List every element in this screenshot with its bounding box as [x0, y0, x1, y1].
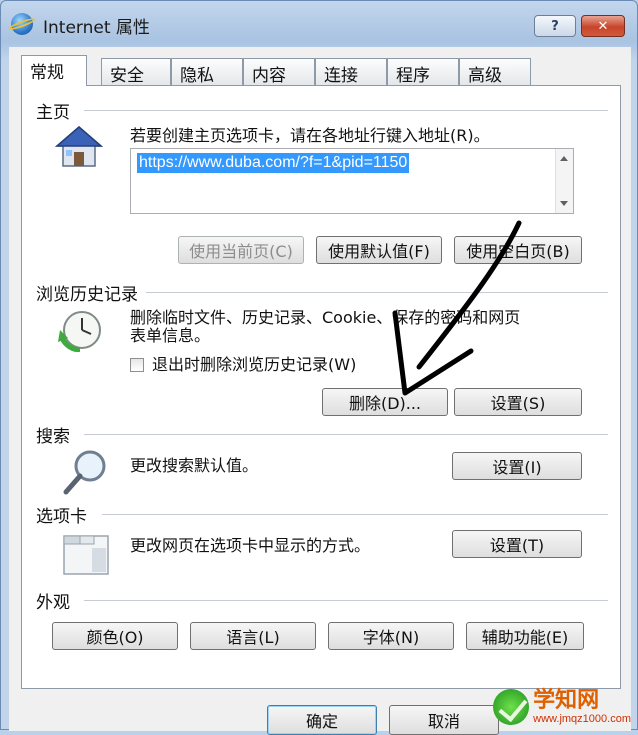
tab-general[interactable]: 常规: [21, 55, 87, 86]
watermark-brand: 学知网: [533, 688, 600, 713]
site-watermark: 学知网 www.jmqz1000.com: [493, 689, 631, 725]
internet-options-window: Internet 属性 ? ✕ 常规 安全 隐私 内容 连接 程序 高级 主页 …: [0, 0, 638, 735]
annotation-arrow: [392, 220, 522, 396]
watermark-site: www.jmqz1000.com: [533, 713, 631, 725]
watermark-logo-icon: [493, 689, 530, 725]
